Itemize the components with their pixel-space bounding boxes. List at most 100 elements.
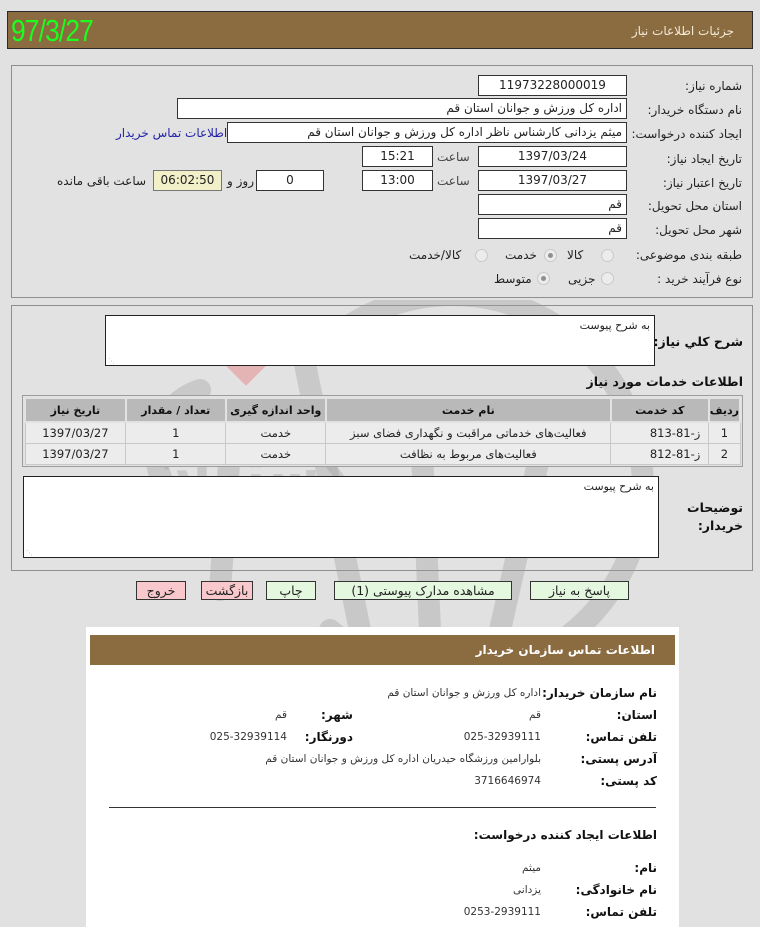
delivery-city-field[interactable]: قم (478, 218, 627, 239)
requester-label: ایجاد کننده درخواست: (631, 127, 742, 141)
address-value: بلوارامین ورزشگاه حیدریان اداره کل ورزش … (265, 753, 541, 765)
org-value: اداره کل ورزش و جوانان استان قم (387, 687, 541, 699)
category-radio-service[interactable] (544, 249, 557, 262)
view-attachments-button[interactable]: مشاهده مدارک پیوستی (1) (334, 581, 512, 600)
col-code[interactable]: کد خدمت (609, 397, 710, 423)
resize-grip-icon[interactable]: ⋰ (108, 358, 115, 365)
buyer-contact-link[interactable]: اطلاعات تماس خریدار (116, 126, 227, 140)
buyer-contact-card: اطلاعات تماس سازمان خریدار نام سازمان خر… (86, 627, 679, 927)
cell-qty: 1 (125, 442, 227, 465)
created-date-field[interactable]: 1397/03/24 (478, 146, 627, 167)
first-name-value: میثم (522, 862, 541, 874)
print-button[interactable]: چاپ (266, 581, 316, 600)
phone-value: 025-32939111 (463, 731, 541, 743)
delivery-province-label: استان محل تحویل: (647, 199, 742, 213)
purchase-radio-minor[interactable] (601, 272, 614, 285)
city-value: قم (274, 709, 287, 721)
description-text: به شرح پیوست (579, 319, 650, 332)
category-option-goods: کالا (567, 248, 584, 262)
cell-date: 1397/03/27 (24, 442, 127, 465)
created-time-label: ساعت (437, 150, 470, 164)
remaining-time-field: 06:02:50 (153, 170, 222, 191)
category-option-service: خدمت (505, 248, 537, 262)
back-button[interactable]: بازگشت (201, 581, 253, 600)
category-radio-goods-service[interactable] (475, 249, 488, 262)
resize-grip-icon[interactable]: ⋰ (26, 550, 33, 557)
purchase-type-label: نوع فرآیند خرید : (657, 272, 742, 286)
requester-field[interactable]: میثم یزدانی کارشناس ناظر اداره کل ورزش و… (227, 122, 627, 143)
page-title: جزئیات اطلاعات نیاز (631, 24, 734, 38)
buyer-notes-textarea[interactable]: به شرح پیوست ⋰ (23, 476, 659, 558)
services-table: ردیف کد خدمت نام خدمت واحد اندازه گیری ت… (24, 397, 742, 465)
buyer-org-label: نام دستگاه خریدار: (647, 103, 743, 117)
exit-button[interactable]: خروج (136, 581, 186, 600)
delivery-province-field[interactable]: قم (478, 194, 627, 215)
valid-date-field[interactable]: 1397/03/27 (478, 170, 627, 191)
org-label: نام سازمان خریدار: (542, 686, 657, 700)
valid-date-label: تاریخ اعتبار نیاز: (662, 176, 742, 190)
services-title: اطلاعات خدمات مورد نیاز (586, 374, 744, 389)
col-unit[interactable]: واحد اندازه گیری (224, 397, 327, 423)
divider (109, 807, 656, 808)
purchase-radio-medium[interactable] (537, 272, 550, 285)
province-value: قم (528, 709, 541, 721)
creator-section-title: اطلاعات ایجاد کننده درخواست: (473, 828, 657, 842)
purchase-option-minor: جزیی (568, 272, 596, 286)
page-header: جزئیات اطلاعات نیاز 97/3/27 (7, 11, 753, 49)
cell-code: ز-81-813 (610, 421, 710, 444)
days-label: روز و (227, 174, 254, 188)
cell-qty: 1 (125, 421, 227, 444)
creator-phone-label: تلفن تماس: (585, 905, 657, 919)
col-row[interactable]: ردیف (707, 397, 742, 423)
cell-code: ز-81-812 (610, 442, 710, 465)
cell-unit: خدمت (225, 442, 327, 465)
col-qty[interactable]: تعداد / مقدار (124, 397, 227, 423)
services-table-wrapper: ردیف کد خدمت نام خدمت واحد اندازه گیری ت… (22, 395, 743, 467)
purchase-option-medium: متوسط (494, 272, 532, 286)
first-name-label: نام: (634, 861, 657, 875)
remaining-time-label: ساعت باقی مانده (57, 174, 147, 188)
contact-card-header: اطلاعات تماس سازمان خریدار (90, 635, 675, 665)
phone-label: تلفن تماس: (585, 730, 657, 744)
delivery-city-label: شهر محل تحویل: (655, 223, 742, 237)
last-name-label: نام خانوادگی: (575, 883, 657, 897)
cell-row: 2 (708, 442, 741, 465)
buyer-org-field[interactable]: اداره کل ورزش و جوانان استان قم (177, 98, 627, 119)
creator-phone-value: 0253-2939111 (463, 906, 541, 918)
col-name[interactable]: نام خدمت (324, 397, 612, 423)
city-label: شهر: (321, 708, 353, 722)
description-textarea[interactable]: به شرح پیوست ⋰ (105, 315, 655, 366)
header-date: 97/3/27 (11, 13, 94, 48)
last-name-value: یزدانی (513, 884, 541, 896)
fax-label: دورنگار: (304, 730, 353, 744)
buyer-notes-label-1: توضیحات (687, 500, 743, 515)
cell-date: 1397/03/27 (24, 421, 127, 444)
cell-unit: خدمت (225, 421, 327, 444)
category-radio-goods[interactable] (601, 249, 614, 262)
cell-name: فعالیت‌های مربوط به نظافت (325, 442, 612, 465)
contact-card-title: اطلاعات تماس سازمان خریدار (475, 643, 655, 657)
created-date-label: تاریخ ایجاد نیاز: (666, 152, 742, 166)
cell-name: فعالیت‌های خدماتی مراقبت و نگهداری فضای … (325, 421, 612, 444)
reply-button[interactable]: پاسخ به نیاز (530, 581, 629, 600)
need-number-label: شماره نیاز: (685, 79, 742, 93)
postal-code-value: 3716646974 (474, 775, 541, 787)
buyer-notes-text: به شرح پیوست (583, 480, 654, 493)
valid-time-label: ساعت (437, 174, 470, 188)
services-header-row: ردیف کد خدمت نام خدمت واحد اندازه گیری ت… (24, 397, 742, 423)
remaining-days-field[interactable]: 0 (256, 170, 324, 191)
fax-value: 025-32939114 (209, 731, 287, 743)
category-label: طبقه بندی موضوعی: (635, 248, 742, 262)
province-label: استان: (616, 708, 657, 722)
valid-time-field[interactable]: 13:00 (362, 170, 433, 191)
created-time-field[interactable]: 15:21 (362, 146, 433, 167)
postal-code-label: کد پستی: (600, 774, 657, 788)
cell-row: 1 (708, 421, 741, 444)
buyer-notes-label-2: خریدار: (697, 518, 743, 533)
table-row[interactable]: 2 ز-81-812 فعالیت‌های مربوط به نظافت خدم… (24, 442, 741, 465)
description-label: شرح کلي نياز: (653, 334, 743, 349)
need-number-field[interactable]: 11973228000019 (478, 75, 627, 96)
col-date[interactable]: تاریخ نیاز (24, 397, 127, 423)
table-row[interactable]: 1 ز-81-813 فعالیت‌های خدماتی مراقبت و نگ… (24, 421, 741, 444)
category-option-goods-service: کالا/خدمت (409, 248, 462, 262)
